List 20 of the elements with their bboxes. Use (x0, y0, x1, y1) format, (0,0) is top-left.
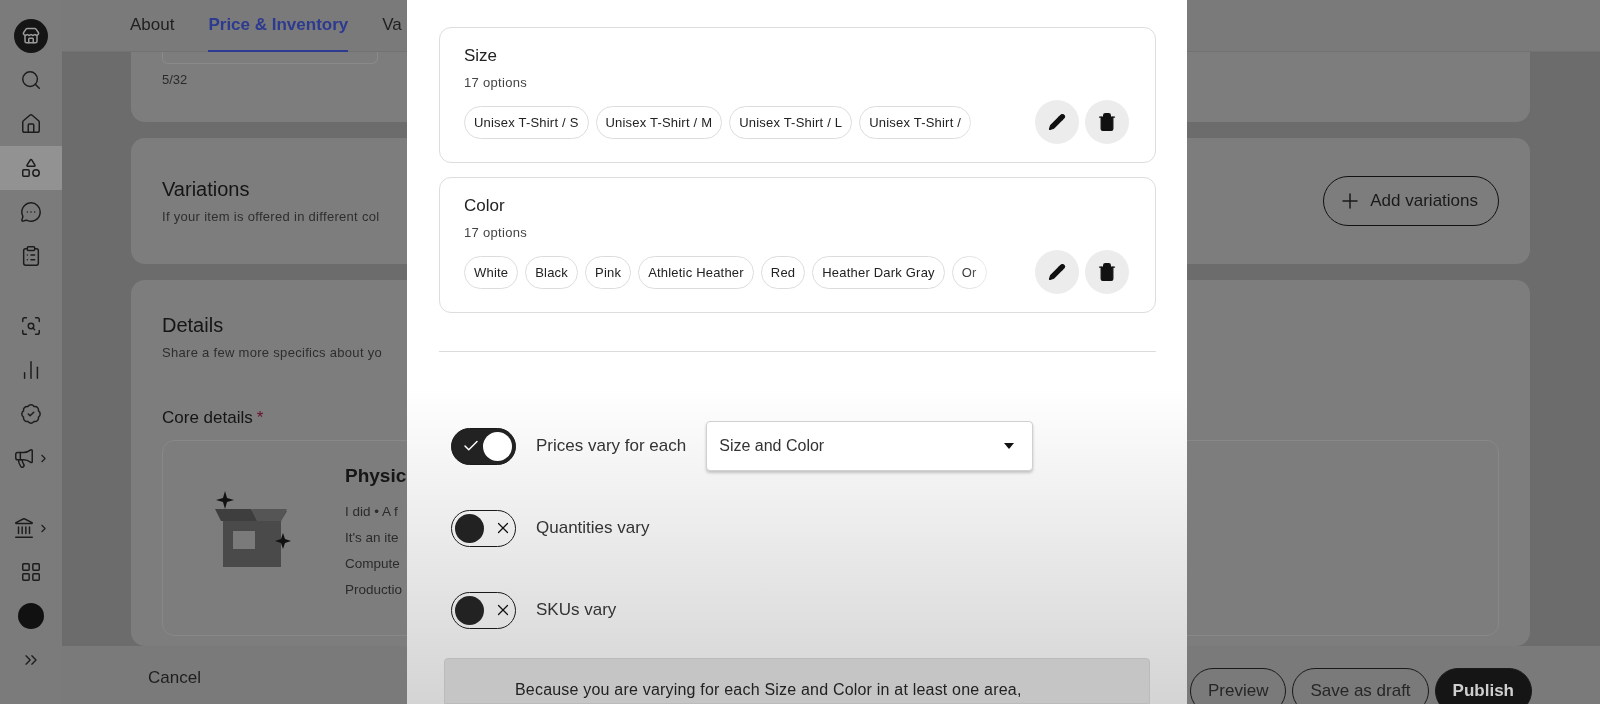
toggle-label: SKUs vary (536, 600, 617, 620)
character-counter: 5/32 (162, 72, 188, 87)
item-type-title: Physic (345, 465, 407, 487)
item-type-detail: Productio (345, 582, 403, 597)
core-details-label: Core details (162, 408, 253, 428)
option-count: 17 options (464, 225, 528, 240)
item-type-detail: It's an ite (345, 530, 399, 545)
variation-name: Size (464, 46, 499, 66)
item-type-detail: Compute (345, 556, 400, 571)
section-description: If your item is offered in different col (162, 209, 380, 224)
option-count: 17 options (464, 75, 528, 90)
item-type-detail: I did • A f (345, 504, 398, 519)
section-description: Share a few more specifics about yo (162, 345, 383, 360)
toggle-label: Prices vary for each (536, 436, 687, 456)
section-title: Details (162, 314, 225, 337)
variation-name: Color (464, 196, 506, 216)
required-mark: * (256, 408, 264, 428)
toggle-label: Quantities vary (536, 518, 650, 538)
section-title: Variations (162, 178, 251, 201)
notice-message: Because you are varying for each Size and Color in at least one area, (444, 658, 1150, 704)
